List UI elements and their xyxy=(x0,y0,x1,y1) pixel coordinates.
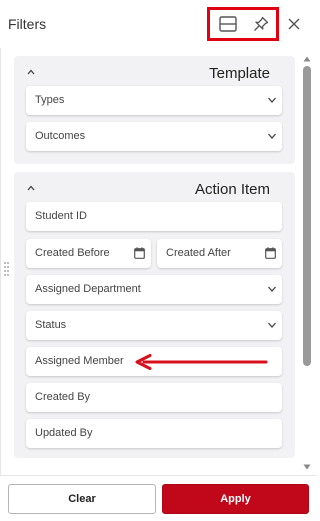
drag-grip-icon[interactable] xyxy=(4,262,10,278)
scrollbar[interactable] xyxy=(302,56,312,471)
chevron-down-icon xyxy=(268,97,276,103)
clear-button[interactable]: Clear xyxy=(8,484,156,514)
template-section-title: Template xyxy=(209,65,270,82)
layout-icon[interactable] xyxy=(218,14,238,34)
template-section-header[interactable]: Template xyxy=(14,56,295,86)
calendar-icon[interactable] xyxy=(265,247,276,259)
panel-title: Filters xyxy=(8,16,47,32)
annotation-arrow xyxy=(135,354,268,370)
scrollbar-thumb[interactable] xyxy=(303,66,311,366)
scroll-up-icon[interactable] xyxy=(303,56,311,62)
pin-icon[interactable] xyxy=(251,14,271,34)
created-before-field[interactable]: Created Before xyxy=(26,239,151,268)
status-label: Status xyxy=(35,319,67,331)
outcomes-label: Outcomes xyxy=(35,130,86,142)
assigned-department-label: Assigned Department xyxy=(35,283,141,295)
types-select[interactable]: Types xyxy=(26,86,282,115)
status-select[interactable]: Status xyxy=(26,311,282,340)
types-label: Types xyxy=(35,94,65,106)
panel-left-border xyxy=(0,48,1,475)
outcomes-select[interactable]: Outcomes xyxy=(26,122,282,151)
filters-footer: Clear Apply xyxy=(0,475,316,521)
filters-header: Filters xyxy=(0,0,316,48)
assigned-department-select[interactable]: Assigned Department xyxy=(26,275,282,304)
created-before-label: Created Before xyxy=(35,247,110,259)
action-item-section-title: Action Item xyxy=(194,181,270,198)
student-id-field[interactable]: Student ID xyxy=(26,202,282,231)
chevron-down-icon xyxy=(268,322,276,328)
created-after-label: Created After xyxy=(166,247,231,259)
caret-up-icon[interactable] xyxy=(26,68,36,76)
created-by-field[interactable]: Created By xyxy=(26,383,282,412)
chevron-down-icon xyxy=(268,133,276,139)
assigned-member-label: Assigned Member xyxy=(35,355,124,367)
close-icon[interactable] xyxy=(284,13,304,35)
calendar-icon[interactable] xyxy=(134,247,145,259)
chevron-down-icon xyxy=(268,286,276,292)
action-item-section-header[interactable]: Action Item xyxy=(14,172,295,202)
updated-by-field[interactable]: Updated By xyxy=(26,419,282,448)
created-by-label: Created By xyxy=(35,391,91,403)
caret-up-icon[interactable] xyxy=(26,184,36,192)
scroll-down-icon[interactable] xyxy=(303,464,311,470)
apply-button[interactable]: Apply xyxy=(162,484,309,514)
created-after-field[interactable]: Created After xyxy=(157,239,282,268)
updated-by-label: Updated By xyxy=(35,427,93,439)
student-id-label: Student ID xyxy=(35,210,87,222)
